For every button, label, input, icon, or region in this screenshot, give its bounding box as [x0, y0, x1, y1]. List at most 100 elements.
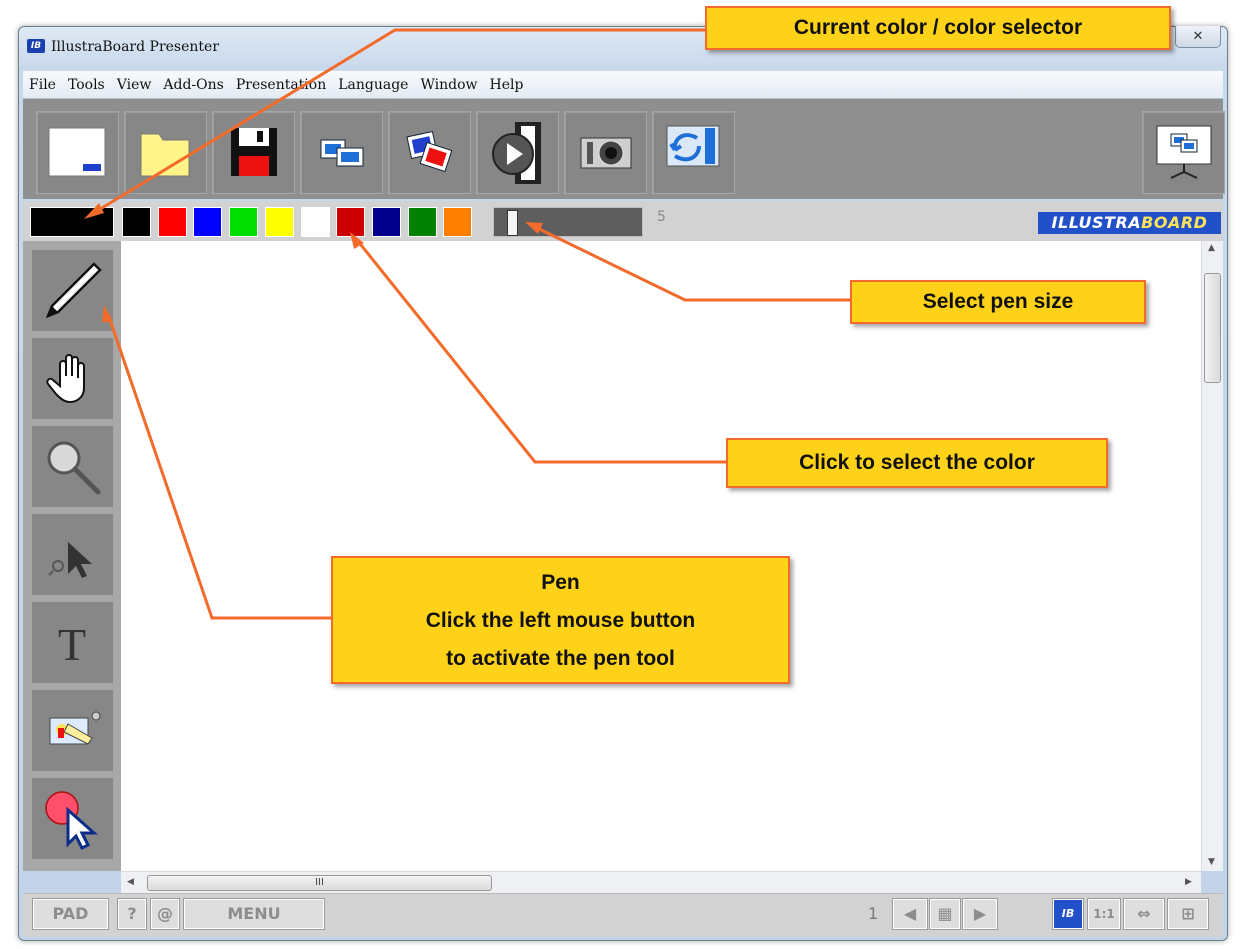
- scroll-up-icon[interactable]: ▲: [1208, 243, 1215, 253]
- scroll-left-icon[interactable]: ◀: [127, 877, 134, 887]
- vertical-scrollbar[interactable]: ▲ ▼: [1201, 241, 1223, 871]
- open-folder-icon: [140, 133, 190, 177]
- pointer-tool-button[interactable]: [31, 777, 114, 860]
- screen-capture-button[interactable]: [300, 111, 383, 194]
- menu-language[interactable]: Language: [332, 71, 414, 99]
- menu-window[interactable]: Window: [414, 71, 483, 99]
- slides-icon: [406, 130, 453, 173]
- page-number: 1: [868, 904, 879, 923]
- menu-presentation[interactable]: Presentation: [230, 71, 332, 99]
- pen-tool-button[interactable]: [31, 249, 114, 332]
- color-swatch[interactable]: [264, 207, 294, 237]
- grid-icon: ▦: [937, 904, 953, 923]
- text-icon: T: [58, 619, 86, 670]
- horizontal-scrollbar[interactable]: ◀ III ▶: [121, 871, 1201, 893]
- brand-logo: ILLUSTRABOARD: [1038, 212, 1221, 234]
- select-icon: [48, 542, 92, 578]
- callout-pen-size: Select pen size: [850, 280, 1146, 324]
- split-view-button[interactable]: ⊞: [1167, 898, 1209, 930]
- split-view-icon: ⊞: [1181, 904, 1195, 923]
- import-icon: [666, 125, 720, 167]
- brand-part1: ILLUSTRA: [1051, 213, 1142, 232]
- callout-pen-line2: Click the left mouse button: [425, 609, 696, 632]
- zoom-tool-button[interactable]: [31, 425, 114, 508]
- play-presentation-button[interactable]: [476, 111, 559, 194]
- menu-view[interactable]: View: [111, 71, 158, 99]
- pointer-icon: [45, 791, 98, 851]
- horizontal-scroll-thumb[interactable]: III: [147, 875, 492, 891]
- scroll-right-icon[interactable]: ▶: [1185, 877, 1192, 887]
- fit-screen-button[interactable]: ⇔: [1123, 898, 1165, 930]
- at-button[interactable]: @: [150, 898, 180, 930]
- color-bar: 5 ILLUSTRABOARD: [23, 201, 1223, 241]
- hand-tool-button[interactable]: [31, 337, 114, 420]
- scroll-down-icon[interactable]: ▼: [1208, 857, 1215, 867]
- side-toolbar: T: [23, 241, 121, 871]
- ib-button[interactable]: IB: [1052, 898, 1084, 930]
- menu-file[interactable]: File: [23, 71, 62, 99]
- pen-icon: [45, 262, 102, 319]
- svg-text:T: T: [58, 619, 86, 670]
- camera-icon: [580, 137, 632, 169]
- screenshot-stage: IB IllustraBoard Presenter ✕ File Tools Vi…: [0, 0, 1242, 949]
- color-swatch[interactable]: [122, 207, 151, 237]
- help-button[interactable]: ?: [117, 898, 147, 930]
- prev-page-icon: ◀: [903, 904, 917, 923]
- play-presentation-icon: [492, 122, 541, 184]
- menu-help[interactable]: Help: [483, 71, 529, 99]
- color-swatch[interactable]: [193, 207, 223, 237]
- callout-pen-line3: to activate the pen tool: [446, 647, 675, 670]
- text-tool-button[interactable]: T: [31, 601, 114, 684]
- color-swatch[interactable]: [229, 207, 259, 237]
- next-page-button[interactable]: ▶: [962, 898, 998, 930]
- new-board-icon: [48, 127, 106, 177]
- color-swatch[interactable]: [300, 207, 330, 237]
- brand-part2: BOARD: [1141, 213, 1208, 232]
- next-page-icon: ▶: [973, 904, 987, 923]
- save-button[interactable]: [212, 111, 295, 194]
- current-color-selector[interactable]: [30, 207, 114, 237]
- color-swatch[interactable]: [157, 207, 187, 237]
- callout-select-color: Click to select the color: [726, 438, 1108, 488]
- vertical-scroll-thumb[interactable]: [1204, 273, 1221, 383]
- callout-color-selector: Current color / color selector: [705, 6, 1171, 50]
- close-icon: ✕: [1192, 29, 1204, 44]
- color-swatch[interactable]: [407, 207, 437, 237]
- new-board-button[interactable]: [36, 111, 119, 194]
- stamp-tool-button[interactable]: [31, 689, 114, 772]
- fit-screen-icon: ⇔: [1137, 904, 1151, 923]
- menu-bar: File Tools View Add-Ons Presentation Language…: [23, 71, 1223, 99]
- ratio-button[interactable]: 1:1: [1087, 898, 1121, 930]
- menu-button[interactable]: MENU: [183, 898, 325, 930]
- screen-capture-icon: [320, 139, 364, 167]
- monitor-display-button[interactable]: [1142, 111, 1225, 194]
- thumbnails-button[interactable]: ▦: [929, 898, 961, 930]
- slides-button[interactable]: [388, 111, 471, 194]
- open-button[interactable]: [124, 111, 207, 194]
- monitor-display-icon: [1156, 125, 1212, 179]
- pen-size-slider[interactable]: [493, 207, 643, 237]
- color-swatch[interactable]: [371, 207, 401, 237]
- magnifier-icon: [47, 441, 101, 495]
- menu-tools[interactable]: Tools: [62, 71, 111, 99]
- color-swatch[interactable]: [336, 207, 366, 237]
- callout-pen-tool: Pen Click the left mouse button to activ…: [331, 556, 790, 684]
- menu-add-ons[interactable]: Add-Ons: [157, 71, 229, 99]
- pad-button[interactable]: PAD: [32, 898, 109, 930]
- save-icon: [231, 128, 277, 176]
- main-toolbar: [23, 99, 1225, 199]
- camera-button[interactable]: [564, 111, 647, 194]
- color-swatch[interactable]: [443, 207, 473, 237]
- stamp-icon: [49, 711, 101, 745]
- close-button[interactable]: ✕: [1175, 26, 1221, 48]
- window-title: IllustraBoard Presenter: [51, 39, 220, 55]
- app-logo: IB: [27, 39, 45, 53]
- hand-icon: [46, 354, 85, 404]
- import-button[interactable]: [652, 111, 735, 194]
- pen-size-value: 5: [657, 209, 666, 225]
- prev-page-button[interactable]: ◀: [892, 898, 928, 930]
- callout-pen-line1: Pen: [541, 571, 580, 594]
- pen-size-slider-thumb[interactable]: [507, 210, 518, 236]
- select-tool-button[interactable]: [31, 513, 114, 596]
- status-bar: PAD ? @ MENU 1 ◀ ▦ ▶ IB 1:1 ⇔ ⊞: [23, 893, 1223, 937]
